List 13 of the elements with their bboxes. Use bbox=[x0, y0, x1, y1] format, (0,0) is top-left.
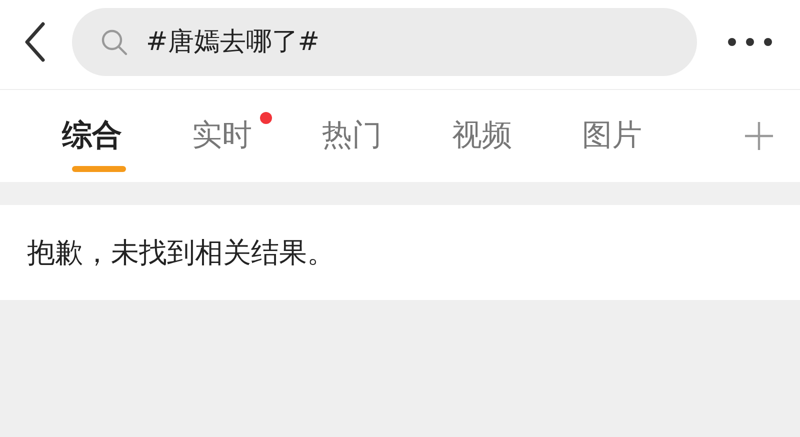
tab-underline bbox=[72, 166, 126, 172]
search-icon bbox=[100, 28, 128, 56]
tab[interactable]: 综合 bbox=[62, 90, 192, 182]
tab[interactable]: 视频 bbox=[452, 90, 582, 182]
add-icon[interactable] bbox=[744, 121, 774, 151]
search-field[interactable]: #唐嫣去哪了# bbox=[72, 8, 697, 76]
search-query: #唐嫣去哪了# bbox=[146, 26, 320, 59]
back-icon[interactable] bbox=[24, 22, 46, 62]
tab[interactable]: 图片 bbox=[582, 90, 712, 182]
tab[interactable]: 实时 bbox=[192, 90, 322, 182]
tab[interactable]: 热门 bbox=[322, 90, 452, 182]
no-results-message: 抱歉，未找到相关结果。 bbox=[27, 234, 335, 270]
more-icon[interactable] bbox=[727, 36, 773, 46]
